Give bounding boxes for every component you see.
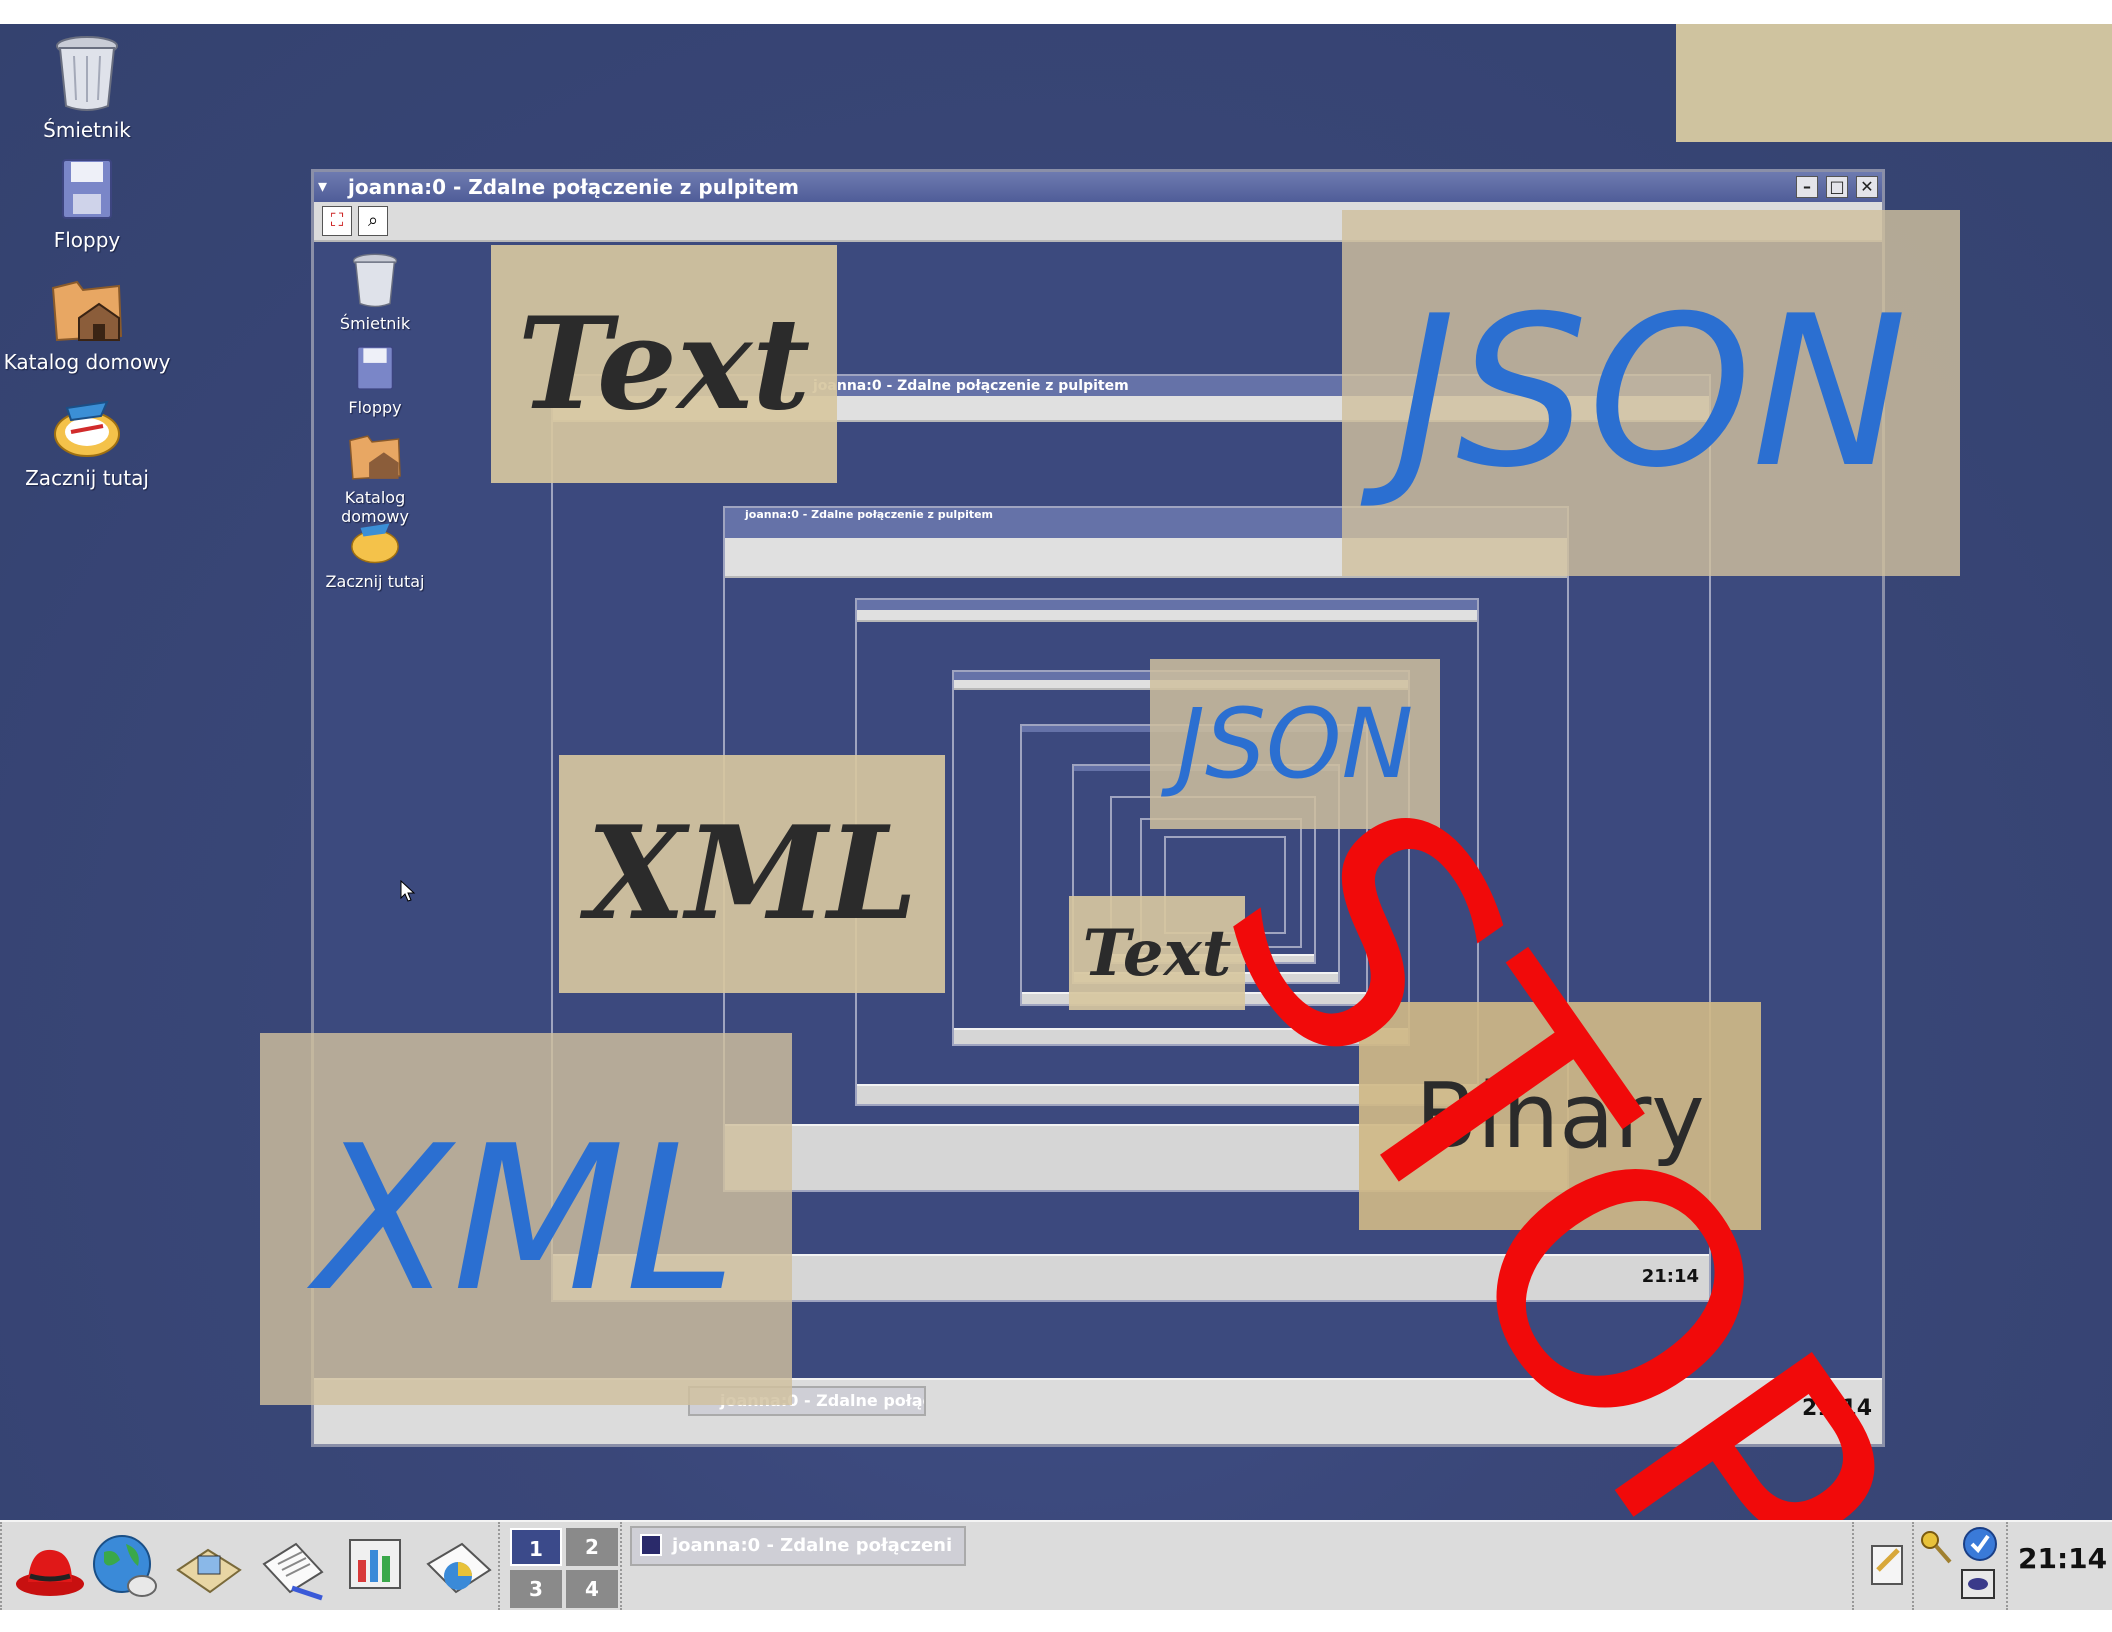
home-folder-icon xyxy=(51,280,123,342)
desktop-icon-trash[interactable]: Śmietnik xyxy=(2,34,172,142)
remote-icon-floppy[interactable]: Floppy xyxy=(310,344,440,417)
redhat-menu-icon[interactable] xyxy=(10,1530,90,1602)
start-here-icon xyxy=(54,400,120,457)
overlay-xml-large: XML xyxy=(260,1033,792,1405)
workspace-2[interactable]: 2 xyxy=(566,1528,618,1566)
bottom-panel: 1 2 3 4 joanna:0 - Zdalne połączeni 21:1… xyxy=(0,1520,2112,1610)
start-here-icon xyxy=(351,523,399,564)
update-status-icon[interactable] xyxy=(1956,1526,2000,1606)
floppy-icon xyxy=(356,346,394,390)
desktop: Śmietnik Floppy Katalog domowy Zacznij t… xyxy=(0,24,2112,1520)
desktop-icon-floppy[interactable]: Floppy xyxy=(2,156,172,252)
desktop-icon-label: Floppy xyxy=(53,228,121,252)
remote-icon-trash[interactable]: Śmietnik xyxy=(310,252,440,333)
fullscreen-icon[interactable]: ⛶ xyxy=(322,206,352,236)
taskbar-button[interactable]: joanna:0 - Zdalne połączeni xyxy=(630,1526,966,1566)
window-menu-icon[interactable]: ▾ xyxy=(318,176,340,198)
workspace-3[interactable]: 3 xyxy=(510,1570,562,1608)
trash-icon xyxy=(56,36,118,111)
overlay-label: XML xyxy=(586,799,918,949)
remote-icon-home[interactable]: Katalog domowy xyxy=(310,430,440,526)
mouse-cursor-icon xyxy=(400,880,416,902)
remote-desktop-icon xyxy=(640,1534,662,1556)
overlay-label: XML xyxy=(315,1102,737,1336)
desktop-icon-home[interactable]: Katalog domowy xyxy=(2,274,172,374)
clock[interactable]: 21:14 xyxy=(2018,1542,2107,1575)
email-icon[interactable] xyxy=(168,1530,248,1602)
workspace-4[interactable]: 4 xyxy=(566,1570,618,1608)
trash-icon xyxy=(352,253,398,308)
desktop-icon-label: Śmietnik xyxy=(43,118,131,142)
panel-handle[interactable] xyxy=(2006,1522,2018,1610)
overlay-json-large: JSON xyxy=(1342,210,1960,576)
remote-icon-label: Floppy xyxy=(348,398,402,417)
taskbar-button-label: joanna:0 - Zdalne połączeni xyxy=(672,1535,953,1556)
notes-icon[interactable] xyxy=(1868,1540,1908,1588)
workspace-pager[interactable]: 1 2 3 4 xyxy=(510,1528,618,1608)
presentation-icon[interactable] xyxy=(336,1530,416,1602)
writer-icon[interactable] xyxy=(252,1530,332,1602)
remote-icon-label: Zacznij tutaj xyxy=(325,572,425,591)
web-browser-icon[interactable] xyxy=(86,1530,166,1602)
minimize-icon[interactable]: – xyxy=(1796,176,1818,198)
zoom-icon[interactable]: ⌕ xyxy=(358,206,388,236)
window-title: joanna:0 - Zdalne połączenie z pulpitem xyxy=(348,175,799,199)
desktop-icon-label: Katalog domowy xyxy=(3,350,171,374)
desktop-icon-start-here[interactable]: Zacznij tutaj xyxy=(2,398,172,490)
panel-handle[interactable] xyxy=(1852,1522,1864,1610)
desktop-icon-label: Zacznij tutaj xyxy=(25,466,149,490)
overlay-label: Text xyxy=(517,290,811,438)
nested-title: joanna:0 - Zdalne połączenie z pulpitem xyxy=(813,378,1129,394)
overlay-patch xyxy=(1676,24,2112,142)
overlay-label: JSON xyxy=(1394,272,1908,514)
workspace-1[interactable]: 1 xyxy=(510,1528,562,1566)
overlay-xml-mid: XML xyxy=(559,755,945,993)
remote-icon-start-here[interactable]: Zacznij tutaj xyxy=(310,520,440,591)
keys-icon[interactable] xyxy=(1918,1528,1954,1568)
window-titlebar[interactable]: joanna:0 - Zdalne połączenie z pulpitem xyxy=(314,172,1882,202)
overlay-text-large: Text xyxy=(491,245,837,483)
floppy-icon xyxy=(62,159,112,219)
close-icon[interactable]: ✕ xyxy=(1856,176,1878,198)
maximize-icon[interactable]: □ xyxy=(1826,176,1848,198)
home-folder-icon xyxy=(349,435,401,480)
remote-icon-label: Śmietnik xyxy=(339,314,411,333)
overlay-label: JSON xyxy=(1176,688,1414,800)
nested-title: joanna:0 - Zdalne połączenie z pulpitem xyxy=(745,508,994,521)
panel-handle[interactable] xyxy=(498,1522,510,1610)
screen-bottom-margin xyxy=(0,1610,2112,1632)
spreadsheet-icon[interactable] xyxy=(418,1530,498,1602)
